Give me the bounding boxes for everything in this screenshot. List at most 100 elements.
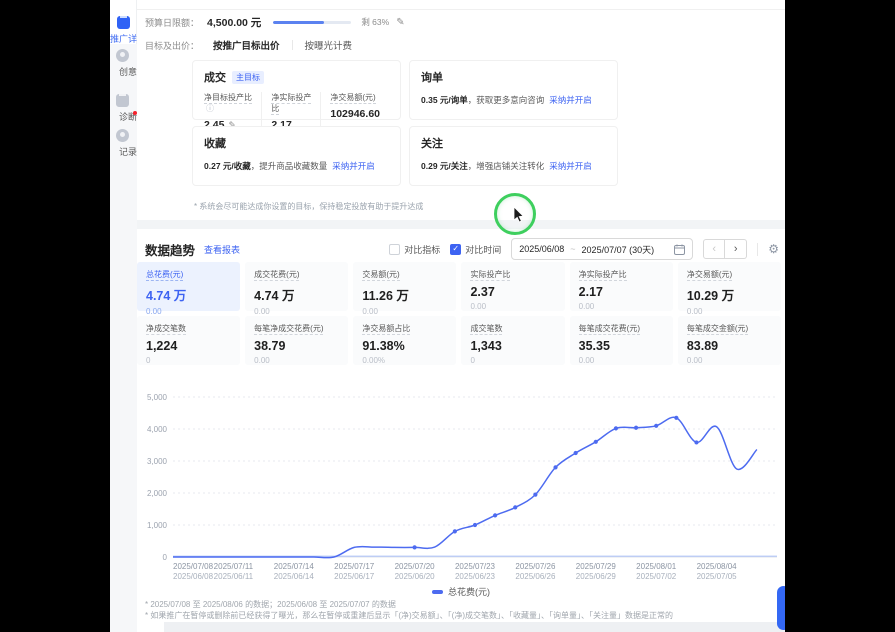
info-icon[interactable]: ⓘ xyxy=(206,104,214,113)
adopt-enable-link[interactable]: 采纳并开启 xyxy=(549,95,592,105)
tab-bid-by-goal[interactable]: 按推广目标出价 xyxy=(213,38,280,52)
trend-title: 数据趋势 xyxy=(145,240,195,259)
svg-text:2025/06/14: 2025/06/14 xyxy=(274,572,315,581)
line-chart-svg: 01,0002,0003,0004,0005,0002025/07/082025… xyxy=(137,386,785,582)
metric-card[interactable]: 净交易额(元)10.29 万0.00 xyxy=(678,262,781,311)
svg-text:2025/06/08: 2025/06/08 xyxy=(173,572,214,581)
metric-compare-value: 0.00 xyxy=(579,302,664,311)
metric-card[interactable]: 每笔成交金额(元)83.890.00 xyxy=(678,316,781,365)
compare-time-checkbox[interactable]: 对比时间 xyxy=(450,243,501,256)
metric-card[interactable]: 净成交笔数1,2240 xyxy=(137,316,240,365)
metric-card[interactable]: 净交易额占比91.38%0.00% xyxy=(353,316,456,365)
svg-text:2025/06/23: 2025/06/23 xyxy=(455,572,496,581)
metric-value: 2.37 xyxy=(470,285,555,299)
goal-card-title: 询单 xyxy=(421,69,443,85)
controls-divider xyxy=(757,243,758,256)
metric-card[interactable]: 成交笔数1,3430 xyxy=(461,316,564,365)
prev-period-button[interactable]: ‹ xyxy=(703,239,725,259)
metric-value: 1,343 xyxy=(470,339,555,353)
metric-label: 每笔成交花费(元) xyxy=(579,323,664,334)
goal-card-desc: 0.29 元/关注，增强店铺关注转化采纳并开启 xyxy=(421,160,606,172)
bidding-row: 目标及出价： 按推广目标出价 按曝光计费 xyxy=(145,38,352,52)
goal-card-desc-lead: 0.29 元/关注 xyxy=(421,161,468,171)
goal-card-desc-lead: 0.35 元/询单 xyxy=(421,95,468,105)
metric-label: 总花费(元) xyxy=(146,269,231,280)
metric-label-text: 成交花费(元) xyxy=(254,270,299,281)
date-range-picker[interactable]: 2025/06/08 ~ 2025/07/07 (30天) xyxy=(511,238,693,260)
adopt-enable-link[interactable]: 采纳并开启 xyxy=(332,161,375,171)
checkbox-icon[interactable] xyxy=(389,244,400,255)
metric-value: 91.38% xyxy=(362,339,447,353)
goal-metric-label-text: 净目标投产比 xyxy=(204,93,252,104)
metric-card[interactable]: 每笔净成交花费(元)38.790.00 xyxy=(245,316,348,365)
legend-line-marker xyxy=(432,590,443,594)
metric-label: 成交笔数 xyxy=(470,323,555,334)
next-period-button[interactable]: › xyxy=(725,239,747,259)
metric-label-text: 实际投产比 xyxy=(470,270,510,281)
goal-card-head: 收藏 xyxy=(204,135,389,151)
trend-header: 数据趋势 查看报表 对比指标 对比时间 2025/06/08 ~ 2025/07… xyxy=(145,237,779,261)
metric-compare-value: 0.00 xyxy=(254,307,339,316)
settings-gear-icon[interactable]: ⚙ xyxy=(768,242,779,256)
metric-value: 4.74 万 xyxy=(146,285,231,304)
metric-cards-grid: 总花费(元)4.74 万0.00成交花费(元)4.74 万0.00交易额(元)1… xyxy=(137,262,781,365)
metric-card[interactable]: 每笔成交花费(元)35.350.00 xyxy=(570,316,673,365)
sidebar-item-3[interactable]: 诊断 xyxy=(110,89,137,123)
sidebar-item-4[interactable]: 记录 xyxy=(110,129,137,158)
mouse-pointer-icon xyxy=(513,207,525,223)
view-report-link[interactable]: 查看报表 xyxy=(204,243,240,256)
document-icon xyxy=(117,16,130,29)
top-divider xyxy=(137,9,785,10)
sidebar-item-1[interactable]: 推广详情 xyxy=(110,11,137,45)
floating-button[interactable] xyxy=(777,586,785,630)
main-panel: 预算日限额： 4,500.00 元 剩 63% ✎ 目标及出价： 按推广目标出价… xyxy=(137,0,785,632)
svg-text:1,000: 1,000 xyxy=(147,521,168,530)
edit-budget-icon[interactable]: ✎ xyxy=(396,17,404,28)
trend-controls: 对比指标 对比时间 2025/06/08 ~ 2025/07/07 (30天) xyxy=(389,238,779,260)
svg-text:2025/06/29: 2025/06/29 xyxy=(576,572,617,581)
metric-value: 83.89 xyxy=(687,339,772,353)
metric-label: 净实际投产比 xyxy=(579,269,664,280)
goal-cards-grid: 成交主目标净目标投产比ⓘ2.45✎净实际投产比2.17净交易额(元)102946… xyxy=(192,60,618,186)
svg-text:4,000: 4,000 xyxy=(147,425,168,434)
goal-metric-label: 净实际投产比 xyxy=(271,92,311,114)
chart-legend[interactable]: 总花费(元) xyxy=(137,585,785,598)
goal-metric-label-text: 净交易额(元) xyxy=(330,93,375,104)
goal-card-desc: 0.35 元/询单，获取更多意向咨询采纳并开启 xyxy=(421,94,606,106)
metric-label-text: 净交易额(元) xyxy=(687,270,732,281)
metric-card[interactable]: 总花费(元)4.74 万0.00 xyxy=(137,262,240,311)
sidebar-item-2[interactable]: 创意 xyxy=(110,49,137,78)
metric-compare-value: 0.00 xyxy=(687,307,772,316)
metric-card[interactable]: 交易额(元)11.26 万0.00 xyxy=(353,262,456,311)
metric-value: 38.79 xyxy=(254,339,339,353)
content-viewport: 推广详情创意诊断记录 预算日限额： 4,500.00 元 剩 63% ✎ 目标及… xyxy=(110,0,785,632)
metric-value: 4.74 万 xyxy=(254,285,339,304)
metric-card[interactable]: 净实际投产比 2.17 0.00 xyxy=(570,262,673,311)
goal-card-title: 关注 xyxy=(421,135,443,151)
svg-text:2025/08/01: 2025/08/01 xyxy=(636,562,677,571)
checkbox-icon[interactable] xyxy=(450,244,461,255)
metric-label-text: 交易额(元) xyxy=(362,270,399,281)
metric-value: 2.17 xyxy=(579,285,664,299)
metric-label-text: 每笔净成交花费(元) xyxy=(254,324,323,335)
svg-text:2025/07/23: 2025/07/23 xyxy=(455,562,496,571)
metric-card[interactable]: 实际投产比2.370.00 xyxy=(461,262,564,311)
date-end: 2025/07/07 (30天) xyxy=(582,243,655,256)
bidding-label: 目标及出价： xyxy=(145,39,199,52)
legend-label: 总花费(元) xyxy=(448,585,490,598)
metric-compare-value: 0.00% xyxy=(362,356,447,365)
metric-label-text: 净实际投产比 xyxy=(579,270,627,281)
adopt-enable-link[interactable]: 采纳并开启 xyxy=(549,161,592,171)
compare-metric-checkbox[interactable]: 对比指标 xyxy=(389,243,440,256)
metric-label-text: 成交笔数 xyxy=(470,324,502,335)
svg-text:2025/06/11: 2025/06/11 xyxy=(214,572,254,581)
goal-card-head: 成交主目标 xyxy=(204,69,389,85)
goal-card-head: 询单 xyxy=(421,69,606,85)
metric-compare-value: 0.00 xyxy=(687,356,772,365)
calendar-icon xyxy=(674,244,685,255)
footnote-1: * 2025/07/08 至 2025/08/06 的数据；2025/06/08… xyxy=(145,599,396,610)
tab-bid-by-impression[interactable]: 按曝光计费 xyxy=(305,38,353,52)
metric-label: 每笔净成交花费(元) xyxy=(254,323,339,334)
metric-label: 实际投产比 xyxy=(470,269,555,280)
metric-card[interactable]: 成交花费(元)4.74 万0.00 xyxy=(245,262,348,311)
